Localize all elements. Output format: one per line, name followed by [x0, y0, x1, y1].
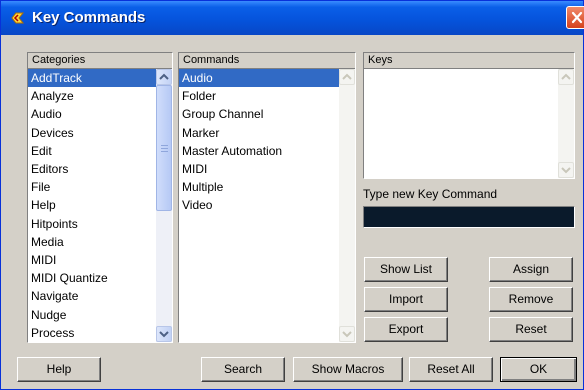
category-list-item[interactable]: Analyze	[28, 87, 156, 105]
keys-scroll-down[interactable]	[558, 162, 574, 178]
close-button[interactable]	[566, 6, 584, 29]
chevron-down-icon	[159, 331, 169, 338]
keys-panel: Keys	[363, 52, 575, 179]
thumb-grip	[161, 148, 168, 149]
keys-header: Keys	[364, 53, 574, 69]
categories-scroll-up[interactable]	[156, 69, 172, 85]
categories-panel: Categories AddTrack Analyze Audio Devices Ed…	[27, 52, 173, 343]
categories-scroll-thumb[interactable]	[156, 85, 172, 211]
thumb-grip	[161, 145, 168, 146]
chevron-down-icon	[561, 167, 571, 174]
ok-button[interactable]: OK	[500, 357, 577, 382]
categories-scroll-down[interactable]	[156, 326, 172, 342]
reset-button[interactable]: Reset	[489, 317, 573, 342]
commands-scrollbar[interactable]	[339, 69, 355, 342]
category-list-item[interactable]: File	[28, 178, 156, 196]
commands-panel: Commands Audio Folder Group Channel Marker M…	[178, 52, 356, 343]
category-list-item[interactable]: Help	[28, 196, 156, 214]
command-list-item[interactable]: Group Channel	[179, 105, 339, 123]
reset-all-button[interactable]: Reset All	[409, 357, 493, 382]
category-list-item[interactable]: Editors	[28, 160, 156, 178]
category-list-item[interactable]: Hitpoints	[28, 215, 156, 233]
category-list-item[interactable]: Navigate	[28, 287, 156, 305]
dialog-body: Categories AddTrack Analyze Audio Devices Ed…	[4, 35, 580, 387]
category-list-item[interactable]: AddTrack	[28, 69, 156, 87]
command-list-item[interactable]: Audio	[179, 69, 339, 87]
show-macros-button[interactable]: Show Macros	[293, 357, 403, 382]
keys-scrollbar[interactable]	[558, 69, 574, 178]
cubase-logo-icon	[10, 10, 26, 26]
title-bar[interactable]: Key Commands	[1, 1, 584, 35]
key-commands-dialog: Key Commands Categories AddTrack Analyze A…	[0, 0, 584, 390]
new-key-field[interactable]	[363, 206, 575, 228]
close-icon	[571, 11, 583, 24]
window-title: Key Commands	[32, 9, 146, 26]
command-list-item[interactable]: Video	[179, 196, 339, 214]
new-key-label: Type new Key Command	[363, 187, 498, 201]
category-list-item[interactable]: Audio	[28, 105, 156, 123]
keys-list[interactable]	[364, 69, 558, 178]
chevron-down-icon	[342, 331, 352, 338]
commands-scroll-down[interactable]	[339, 326, 355, 342]
chevron-up-icon	[561, 73, 571, 80]
categories-scrollbar[interactable]	[156, 69, 172, 342]
import-button[interactable]: Import	[364, 287, 448, 312]
command-list-item[interactable]: MIDI	[179, 160, 339, 178]
category-list-item[interactable]: Media	[28, 233, 156, 251]
categories-header: Categories	[28, 53, 172, 69]
command-list-item[interactable]: Folder	[179, 87, 339, 105]
command-list-item[interactable]: Master Automation	[179, 142, 339, 160]
command-list-item[interactable]: Multiple	[179, 178, 339, 196]
assign-button[interactable]: Assign	[489, 257, 573, 282]
category-list-item[interactable]: Edit	[28, 142, 156, 160]
remove-button[interactable]: Remove	[489, 287, 573, 312]
chevron-up-icon	[342, 73, 352, 80]
category-list-item[interactable]: MIDI Quantize	[28, 269, 156, 287]
thumb-grip	[161, 151, 168, 152]
commands-header: Commands	[179, 53, 355, 69]
show-list-button[interactable]: Show List	[364, 257, 448, 282]
commands-scroll-up[interactable]	[339, 69, 355, 85]
chevron-up-icon	[159, 73, 169, 80]
command-list-item[interactable]: Marker	[179, 124, 339, 142]
category-list-item[interactable]: Nudge	[28, 306, 156, 324]
help-button[interactable]: Help	[17, 357, 101, 382]
commands-list[interactable]: Audio Folder Group Channel Marker Master Aut…	[179, 69, 339, 342]
category-list-item[interactable]: Process	[28, 324, 156, 342]
categories-list[interactable]: AddTrack Analyze Audio Devices Edit Editors Fi…	[28, 69, 156, 342]
keys-scroll-up[interactable]	[558, 69, 574, 85]
search-button[interactable]: Search	[201, 357, 285, 382]
category-list-item[interactable]: Devices	[28, 124, 156, 142]
category-list-item[interactable]: MIDI	[28, 251, 156, 269]
export-button[interactable]: Export	[364, 317, 448, 342]
